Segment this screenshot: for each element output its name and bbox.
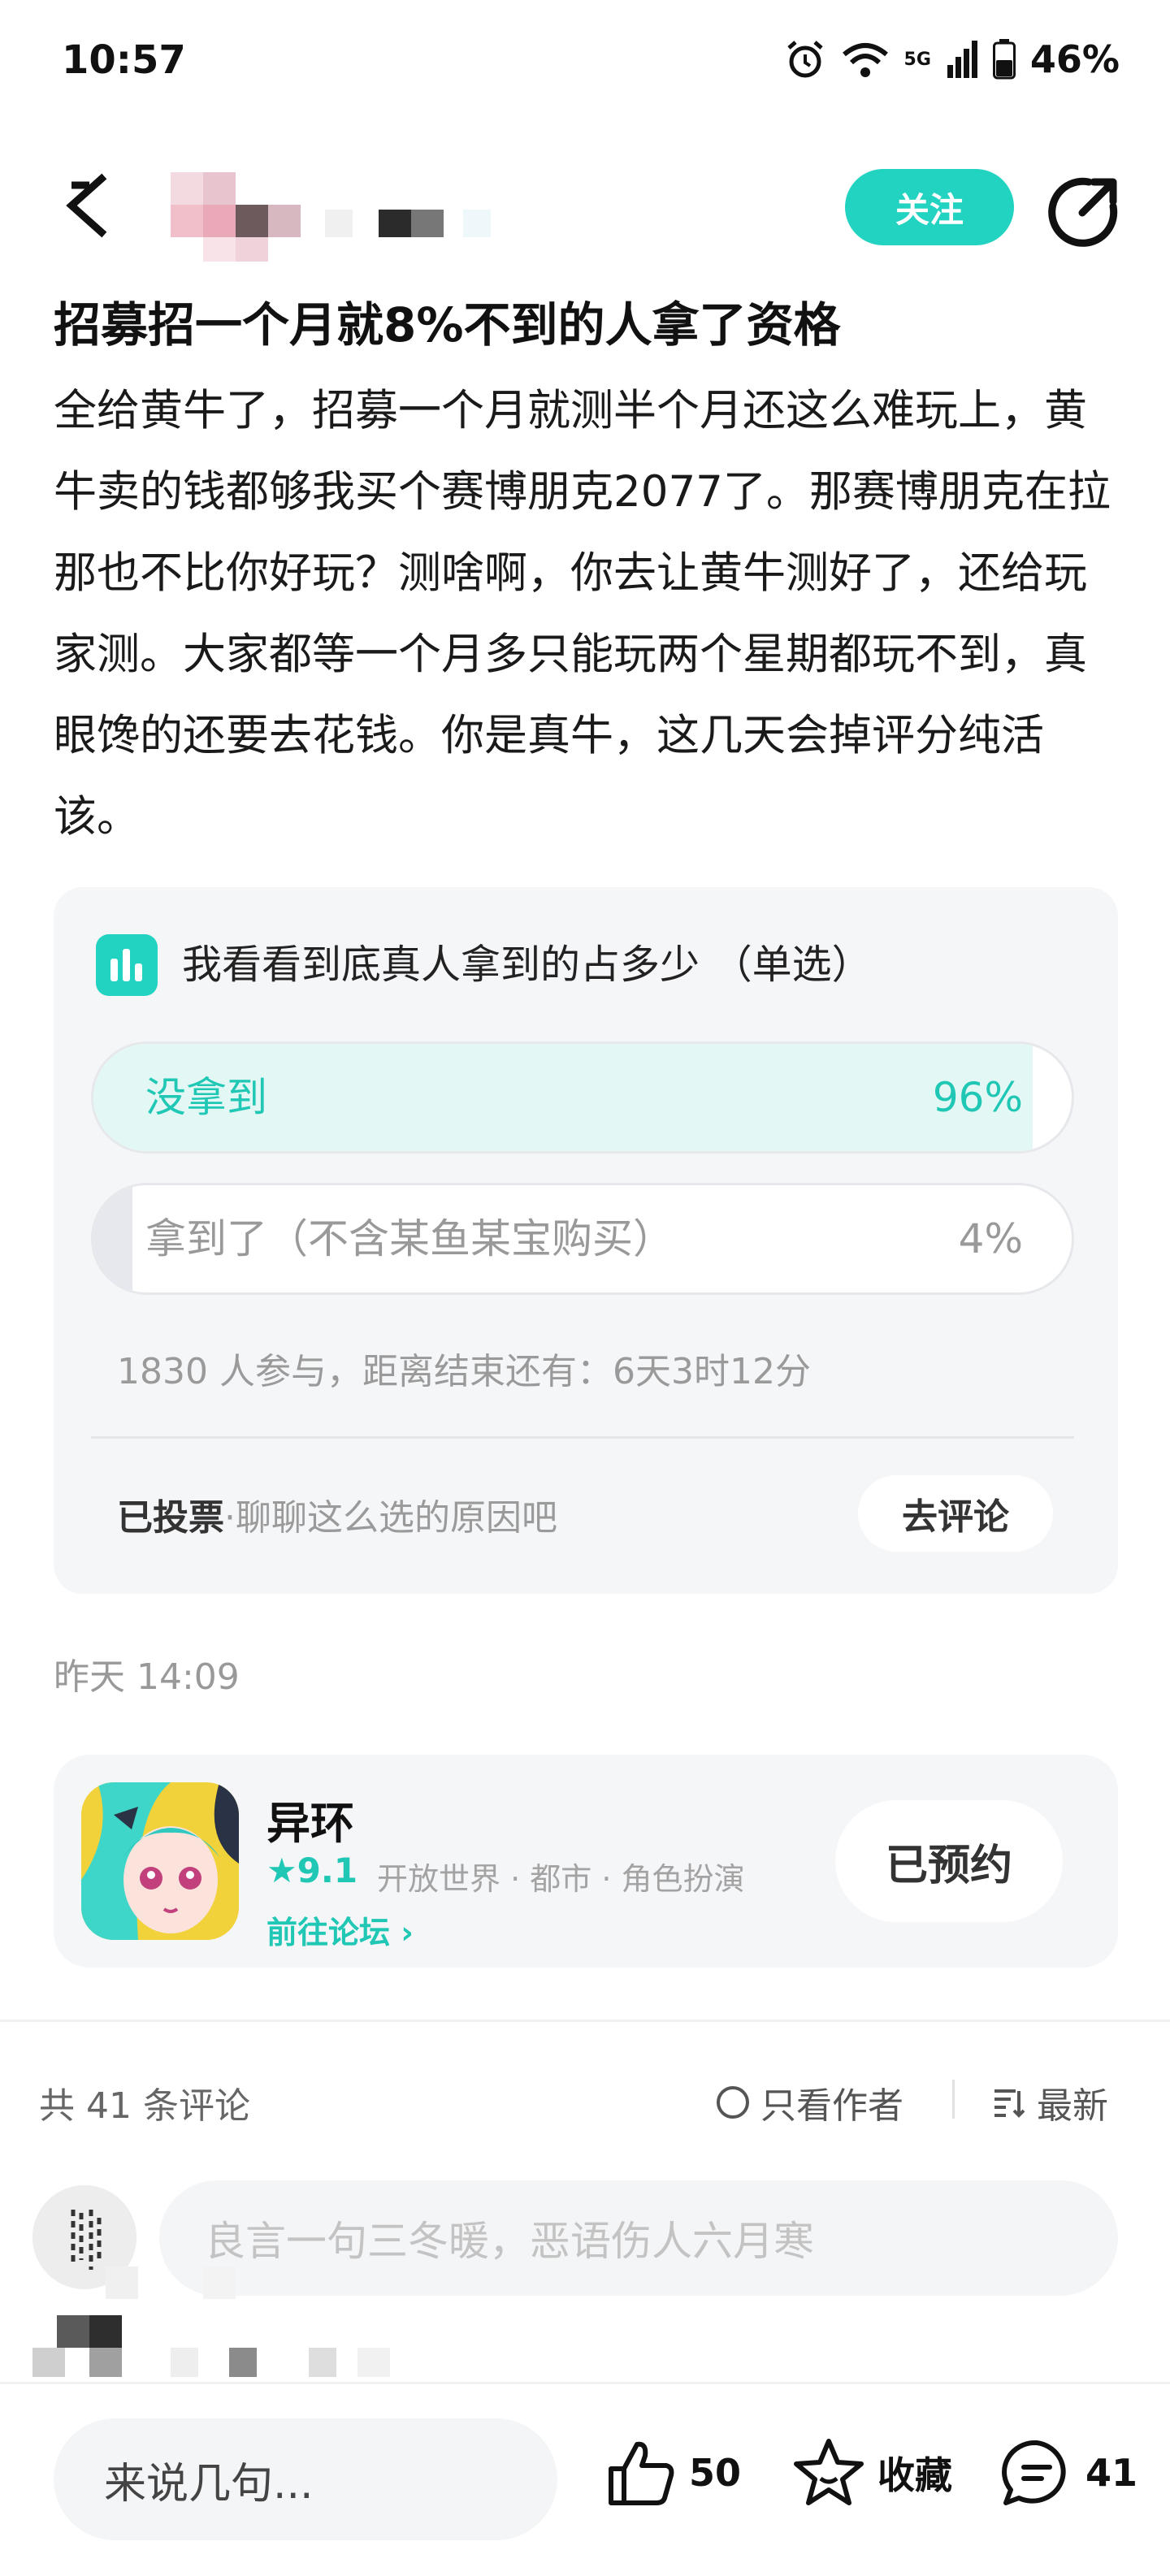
- comment-bubble-icon: [1002, 2440, 1066, 2505]
- favorite-label: 收藏: [878, 2453, 952, 2497]
- poll-chart-icon: [96, 934, 158, 996]
- comments-button[interactable]: 41: [999, 2436, 1138, 2509]
- game-name: 异环: [266, 1798, 354, 1849]
- chevron-right-icon: ›: [401, 1915, 414, 1950]
- signal-icon: [946, 41, 978, 78]
- wifi-icon: [841, 40, 890, 79]
- alarm-icon: [784, 38, 826, 80]
- voted-hint: ·聊聊这么选的原因吧: [224, 1497, 557, 1539]
- status-time: 10:57: [62, 37, 186, 83]
- favorite-button[interactable]: 收藏: [791, 2436, 952, 2509]
- divider: [952, 2080, 955, 2119]
- section-divider: [0, 2020, 1170, 2022]
- only-author-label: 只看作者: [760, 2085, 904, 2127]
- sort-label: 最新: [1037, 2085, 1108, 2127]
- poll-option-label: 没拿到: [145, 1074, 267, 1121]
- forum-link[interactable]: 前往论坛 ›: [266, 1907, 414, 1952]
- post-timestamp: 昨天 14:09: [54, 1656, 240, 1698]
- game-card[interactable]: 异环 ★9.1 开放世界 · 都市 · 角色扮演 前往论坛 › 已预约: [54, 1755, 1118, 1968]
- divider: [91, 1436, 1074, 1439]
- post-body: 全给黄牛了，招募一个月就测半个月还这么难玩上，黄牛卖的钱都够我买个赛博朋克207…: [54, 386, 1111, 842]
- author-info-blurred[interactable]: [171, 172, 512, 262]
- poll-option[interactable]: 没拿到 96%: [91, 1041, 1074, 1154]
- poll-question: 我看看到底真人拿到的占多少 （单选）: [182, 942, 872, 988]
- sort-latest-button[interactable]: 最新: [991, 2076, 1108, 2128]
- battery-level: 46%: [1029, 37, 1120, 81]
- reserved-button[interactable]: 已预约: [835, 1800, 1063, 1922]
- star-icon: ★: [266, 1851, 297, 1890]
- sort-icon: [994, 2089, 1025, 2118]
- poll-option[interactable]: 拿到了（不含某鱼某宝购买） 4%: [91, 1183, 1074, 1295]
- battery-icon: [992, 39, 1016, 80]
- share-icon[interactable]: [1045, 172, 1123, 250]
- reply-input[interactable]: 来说几句...: [54, 2418, 557, 2540]
- status-icons: 5G 46%: [784, 37, 1120, 81]
- star-outline-icon: [794, 2439, 864, 2505]
- game-tags: 开放世界 · 都市 · 角色扮演: [377, 1861, 745, 1897]
- network-label: 5G: [904, 49, 931, 70]
- thumbs-up-icon: [609, 2441, 674, 2505]
- go-comment-button[interactable]: 去评论: [858, 1475, 1053, 1552]
- bottom-action-bar: 来说几句... 50 收藏 41: [0, 2382, 1170, 2576]
- poll-option-percent: 96%: [932, 1074, 1023, 1121]
- poll-card: 我看看到底真人拿到的占多少 （单选） 没拿到 96% 拿到了（不含某鱼某宝购买）…: [54, 887, 1118, 1594]
- game-rating-value: 9.1: [297, 1851, 358, 1890]
- post-title: 招募招一个月就8%不到的人拿了资格: [54, 297, 841, 353]
- game-app-icon[interactable]: [81, 1782, 239, 1940]
- poll-option-fill: [93, 1185, 133, 1292]
- back-arrow-icon[interactable]: [57, 169, 130, 242]
- like-count: 50: [689, 2451, 742, 2495]
- game-rating: ★9.1: [266, 1851, 358, 1890]
- like-button[interactable]: 50: [604, 2436, 741, 2509]
- forum-link-label: 前往论坛: [266, 1915, 391, 1950]
- poll-meta: 1830 人参与，距离结束还有：6天3时12分: [117, 1351, 811, 1392]
- poll-voted-status: 已投票·聊聊这么选的原因吧: [117, 1488, 557, 1540]
- follow-button[interactable]: 关注: [845, 169, 1014, 245]
- poll-option-label: 拿到了（不含某鱼某宝购买）: [145, 1215, 674, 1262]
- comment-count: 共 41 条评论: [39, 2085, 250, 2127]
- comment-count-bottom: 41: [1086, 2451, 1138, 2495]
- voted-label: 已投票: [117, 1497, 224, 1539]
- poll-option-percent: 4%: [958, 1215, 1023, 1262]
- only-author-toggle[interactable]: 只看作者: [715, 2076, 904, 2128]
- radio-circle-icon: [717, 2086, 749, 2119]
